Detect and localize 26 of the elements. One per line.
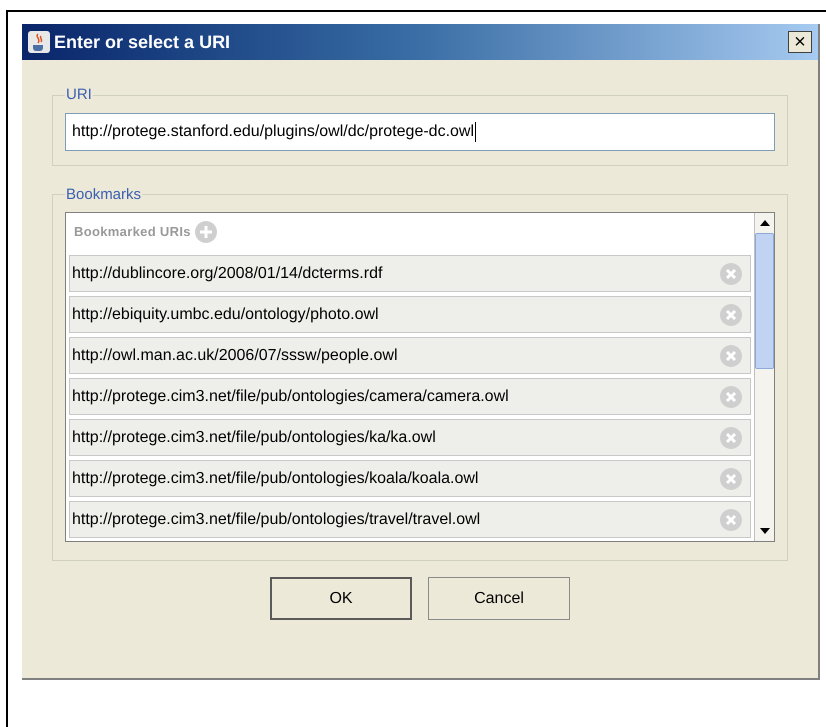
close-button[interactable]: × bbox=[788, 31, 812, 53]
ok-button[interactable]: OK bbox=[270, 577, 412, 620]
remove-icon[interactable] bbox=[720, 304, 742, 326]
bookmark-row[interactable]: http://protege.cim3.net/file/pub/ontologies/travel/travel.owl bbox=[69, 501, 751, 538]
group-label: URI bbox=[65, 85, 93, 105]
add-icon[interactable] bbox=[194, 221, 217, 243]
bookmark-row[interactable]: http://protege.cim3.net/file/pub/ontologies/ka/ka.owl bbox=[69, 419, 751, 456]
remove-icon[interactable] bbox=[720, 344, 742, 366]
bookmark-row[interactable]: http://ebiquity.umbc.edu/ontology/photo.owl bbox=[69, 296, 751, 333]
remove-icon[interactable] bbox=[720, 426, 742, 448]
remove-icon[interactable] bbox=[720, 386, 742, 408]
list-header: Bookmarked URIs bbox=[74, 223, 191, 242]
remove-icon[interactable] bbox=[720, 262, 742, 284]
group-label: Bookmarks bbox=[65, 184, 142, 204]
remove-icon[interactable] bbox=[720, 508, 742, 530]
window-title: Enter or select a URI bbox=[54, 30, 230, 54]
scrollbar[interactable] bbox=[754, 213, 774, 541]
remove-icon[interactable] bbox=[720, 468, 742, 490]
bookmark-row[interactable]: http://protege.cim3.net/file/pub/ontologies/koala/koala.owl bbox=[69, 460, 751, 497]
bookmark-row[interactable]: http://owl.man.ac.uk/2006/07/sssw/people.owl bbox=[69, 337, 751, 374]
cancel-button[interactable]: Cancel bbox=[428, 577, 570, 620]
uri-field[interactable]: http://protege.stanford.edu/plugins/owl/dc/protege-dc.owl bbox=[65, 112, 775, 150]
bookmark-row[interactable]: http://dublincore.org/2008/01/14/dcterms.rdf bbox=[69, 255, 751, 292]
coffee-cup-icon bbox=[28, 31, 50, 53]
bookmark-row[interactable]: http://protege.cim3.net/file/pub/ontologies/camera/camera.owl bbox=[69, 378, 751, 415]
scroll-thumb[interactable] bbox=[755, 233, 774, 369]
